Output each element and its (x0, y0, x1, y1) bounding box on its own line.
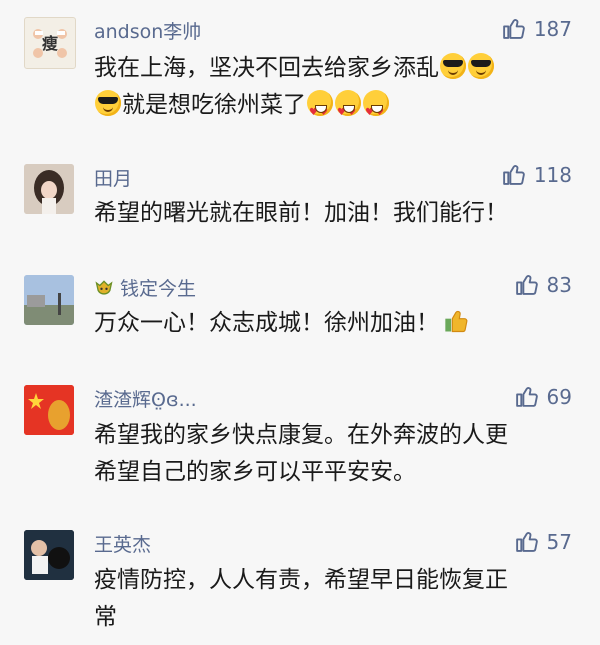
heart-eyes-emoji-icon (363, 90, 389, 131)
avatar[interactable] (24, 385, 74, 435)
username[interactable]: 渣渣辉ʘ̤ɞ... (94, 385, 197, 412)
username[interactable]: 钱定今生 (94, 274, 196, 301)
avatar[interactable] (24, 275, 74, 325)
girl-photo-avatar-icon (24, 164, 74, 214)
like-count: 57 (546, 529, 572, 554)
cool-sunglasses-emoji-icon (468, 53, 494, 79)
like-count: 118 (533, 162, 572, 187)
like-button[interactable]: 118 (501, 162, 572, 187)
like-count: 187 (533, 16, 572, 41)
thumbs-up-icon (515, 387, 538, 407)
thumbs-up-icon (503, 19, 525, 39)
like-count: 83 (546, 272, 572, 297)
username[interactable]: 田月 (94, 164, 132, 191)
like-button[interactable]: 187 (501, 16, 572, 41)
comment-text: 希望我的家乡快点康复。在外奔波的人更 希望自己的家乡可以平平安安。 (94, 422, 508, 485)
cool-sunglasses-emoji-icon (95, 90, 121, 116)
flag-avatar-icon (24, 385, 74, 435)
heart-eyes-emoji-icon (307, 90, 333, 131)
like-button[interactable]: 57 (514, 529, 572, 554)
comment-text: 万众一心！众志成城！徐州加油！ (94, 305, 471, 342)
thumbs-up-icon (503, 165, 525, 185)
cool-sunglasses-emoji-icon (440, 53, 466, 79)
thumbs-up-icon (515, 275, 538, 295)
avatar[interactable] (24, 164, 74, 214)
like-count: 69 (546, 384, 572, 409)
comment-text: 希望的曙光就在眼前！加油！我们能行！ (94, 200, 508, 226)
comment-text: 疫情防控，人人有责，希望早日能恢复正 常 (94, 567, 508, 630)
dragon-badge-icon (95, 279, 113, 295)
heart-eyes-emoji-icon (335, 90, 361, 131)
thumbs-up-emoji-icon (445, 310, 468, 333)
landscape-avatar-icon (24, 275, 74, 325)
like-button[interactable]: 83 (514, 272, 572, 297)
username[interactable]: 王英杰 (94, 530, 151, 557)
thumbs-up-icon (515, 532, 538, 552)
avatar-text: 瘦 (42, 34, 59, 53)
avatar[interactable] (24, 530, 74, 580)
username[interactable]: andson李帅 (94, 17, 201, 44)
like-button[interactable]: 69 (514, 384, 572, 409)
avatar[interactable]: 瘦 (24, 17, 76, 69)
child-photo-avatar-icon (24, 530, 74, 580)
comment-text: 我在上海，坚决不回去给家乡添乱 就是想吃徐州菜了 (94, 50, 495, 131)
